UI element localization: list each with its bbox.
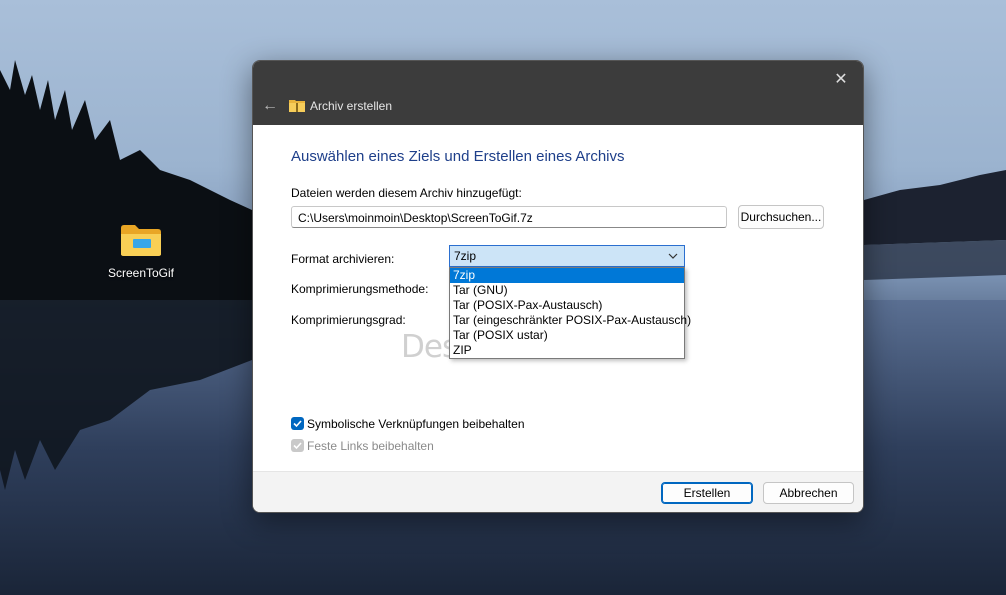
compression-method-label: Komprimierungsmethode:	[291, 282, 429, 296]
format-option[interactable]: 7zip	[450, 268, 684, 283]
back-arrow-icon[interactable]: ←	[259, 95, 281, 117]
folder-icon	[119, 222, 163, 258]
files-label: Dateien werden diesem Archiv hinzugefügt…	[291, 186, 522, 200]
format-select[interactable]: 7zip	[449, 245, 685, 267]
symlinks-checkbox[interactable]	[291, 417, 304, 430]
dialog-heading: Auswählen eines Ziels und Erstellen eine…	[291, 148, 625, 165]
format-option[interactable]: Tar (POSIX-Pax-Austausch)	[450, 298, 684, 313]
hardlinks-label: Feste Links beibehalten	[307, 439, 434, 453]
desktop-icon-label: ScreenToGif	[107, 266, 175, 280]
title-bar: ✕ ← Archiv erstellen	[253, 61, 863, 125]
hardlinks-checkbox[interactable]	[291, 439, 304, 452]
browse-button[interactable]: Durchsuchen...	[738, 205, 824, 229]
checkmark-icon	[293, 442, 302, 450]
close-icon[interactable]: ✕	[827, 66, 855, 94]
dialog-title: Archiv erstellen	[310, 99, 393, 113]
symlinks-label: Symbolische Verknüpfungen beibehalten	[307, 417, 525, 431]
dialog-content: Auswählen eines Ziels und Erstellen eine…	[253, 125, 863, 471]
archive-path-input[interactable]: C:\Users\moinmoin\Desktop\ScreenToGif.7z	[291, 206, 727, 228]
zip-folder-icon	[289, 98, 305, 112]
create-button[interactable]: Erstellen	[661, 482, 753, 504]
format-label: Format archivieren:	[291, 252, 395, 266]
cancel-button[interactable]: Abbrechen	[763, 482, 854, 504]
dialog-footer: Erstellen Abbrechen	[253, 471, 863, 512]
format-option[interactable]: Tar (eingeschränkter POSIX-Pax-Austausch…	[450, 313, 691, 328]
format-option[interactable]: Tar (POSIX ustar)	[450, 328, 684, 343]
format-selected-value: 7zip	[454, 249, 477, 263]
format-option[interactable]: Tar (GNU)	[450, 283, 684, 298]
format-dropdown-list: 7zip Tar (GNU) Tar (POSIX-Pax-Austausch)…	[449, 267, 691, 359]
compression-level-label: Komprimierungsgrad:	[291, 313, 406, 327]
archive-dialog: ✕ ← Archiv erstellen Auswählen eines Zie…	[252, 60, 864, 513]
desktop-icon-screentogif[interactable]: ScreenToGif	[101, 222, 181, 280]
checkmark-icon	[293, 420, 302, 428]
format-option[interactable]: ZIP	[450, 343, 684, 358]
